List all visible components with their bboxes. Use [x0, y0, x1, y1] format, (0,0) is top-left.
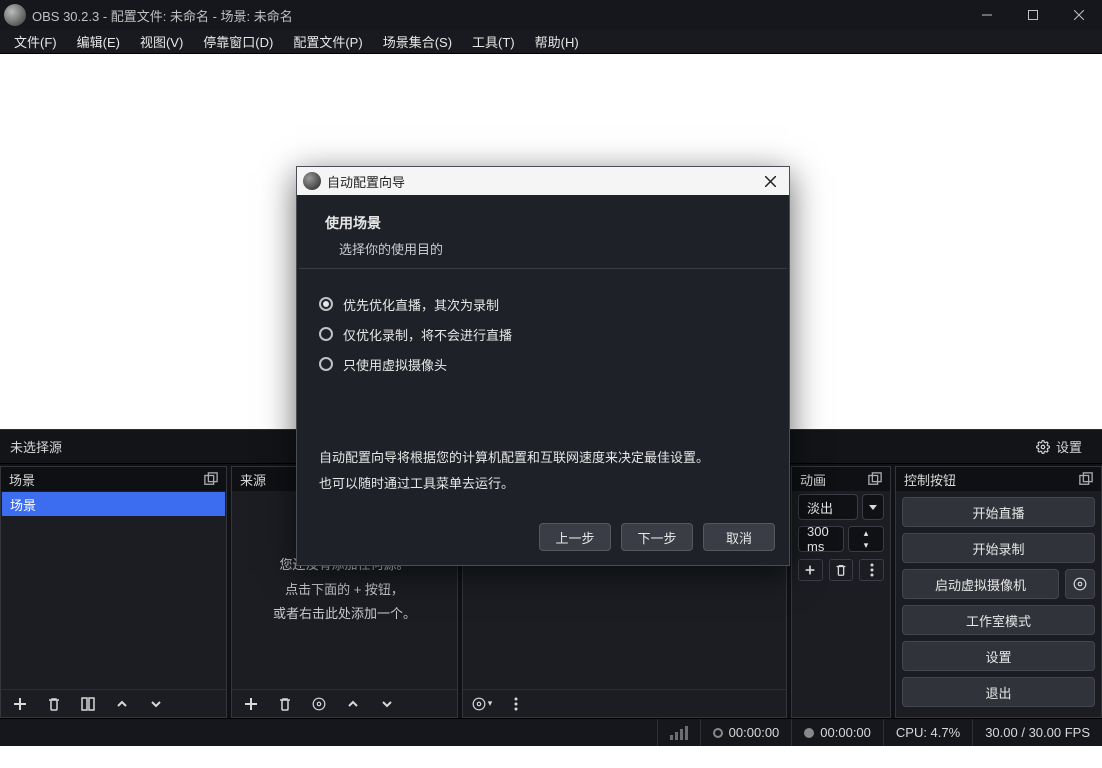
record-time-status: 00:00:00 [791, 719, 883, 746]
stream-indicator-icon [713, 728, 723, 738]
radio-icon [319, 327, 333, 341]
menu-file[interactable]: 文件(F) [4, 30, 67, 53]
menu-scene-collection[interactable]: 场景集合(S) [373, 30, 462, 53]
chevron-down-icon[interactable]: ▾ [849, 539, 883, 551]
scene-filters-button[interactable] [75, 693, 101, 715]
transition-select[interactable]: 淡出 [798, 494, 858, 520]
transition-dropdown-button[interactable] [862, 494, 884, 520]
menu-tools[interactable]: 工具(T) [462, 30, 525, 53]
radio-icon [319, 357, 333, 371]
obs-logo-icon [303, 172, 321, 190]
maximize-button[interactable] [1010, 0, 1056, 30]
obs-logo-icon [4, 4, 26, 26]
obs-window: OBS 30.2.3 - 配置文件: 未命名 - 场景: 未命名 文件(F) 编… [0, 0, 1102, 768]
menubar: 文件(F) 编辑(E) 视图(V) 停靠窗口(D) 配置文件(P) 场景集合(S… [0, 30, 1102, 54]
status-bar: 00:00:00 00:00:00 CPU: 4.7% 30.00 / 30.0… [0, 718, 1102, 746]
add-transition-button[interactable] [798, 559, 823, 581]
start-virtual-camera-button[interactable]: 启动虚拟摄像机 [902, 569, 1059, 599]
transitions-title: 动画 [800, 470, 826, 489]
mixer-settings-button[interactable]: ▾ [469, 693, 495, 715]
scenes-title: 场景 [9, 470, 35, 489]
radio-optimize-recording[interactable]: 仅优化录制，将不会进行直播 [319, 319, 767, 349]
transitions-panel: 动画 淡出 300 ms ▴▾ [791, 466, 891, 718]
stream-time-status: 00:00:00 [700, 719, 792, 746]
settings-button[interactable]: 设置 [902, 641, 1095, 671]
menu-help[interactable]: 帮助(H) [525, 30, 589, 53]
radio-virtual-camera-only[interactable]: 只使用虚拟摄像头 [319, 349, 767, 379]
radio-optimize-streaming[interactable]: 优先优化直播，其次为录制 [319, 289, 767, 319]
dialog-title: 自动配置向导 [327, 172, 405, 191]
transition-menu-button[interactable] [859, 559, 884, 581]
sources-title: 来源 [240, 470, 266, 489]
menu-edit[interactable]: 编辑(E) [67, 30, 130, 53]
radio-icon [319, 297, 333, 311]
source-settings-button[interactable] [306, 693, 332, 715]
popout-icon[interactable] [1079, 472, 1093, 486]
next-button[interactable]: 下一步 [621, 523, 693, 551]
remove-transition-button[interactable] [829, 559, 854, 581]
dialog-description-2: 也可以随时通过工具菜单去运行。 [319, 471, 767, 497]
scene-up-button[interactable] [109, 693, 135, 715]
menu-profile[interactable]: 配置文件(P) [283, 30, 372, 53]
close-button[interactable] [1056, 0, 1102, 30]
no-source-label: 未选择源 [10, 437, 62, 456]
chevron-up-icon[interactable]: ▴ [849, 527, 883, 539]
dialog-titlebar[interactable]: 自动配置向导 [297, 167, 789, 195]
titlebar: OBS 30.2.3 - 配置文件: 未命名 - 场景: 未命名 [0, 0, 1102, 30]
fps-status: 30.00 / 30.00 FPS [972, 719, 1102, 746]
cpu-status: CPU: 4.7% [883, 719, 972, 746]
gear-icon [1036, 440, 1050, 454]
source-up-button[interactable] [340, 693, 366, 715]
popout-icon[interactable] [868, 472, 882, 486]
dialog-close-button[interactable] [757, 171, 783, 191]
source-down-button[interactable] [374, 693, 400, 715]
scenes-panel: 场景 场景 [0, 466, 227, 718]
start-streaming-button[interactable]: 开始直播 [902, 497, 1095, 527]
virtual-camera-settings-button[interactable] [1065, 569, 1095, 599]
controls-panel: 控制按钮 开始直播 开始录制 启动虚拟摄像机 工作室模式 设置 退出 [895, 466, 1102, 718]
remove-scene-button[interactable] [41, 693, 67, 715]
add-source-button[interactable] [238, 693, 264, 715]
dialog-description-1: 自动配置向导将根据您的计算机配置和互联网速度来决定最佳设置。 [319, 445, 767, 471]
add-scene-button[interactable] [7, 693, 33, 715]
controls-title: 控制按钮 [904, 470, 956, 489]
duration-spinner[interactable]: ▴▾ [848, 526, 884, 552]
menu-dock[interactable]: 停靠窗口(D) [193, 30, 283, 53]
window-title: OBS 30.2.3 - 配置文件: 未命名 - 场景: 未命名 [32, 6, 293, 25]
scene-down-button[interactable] [143, 693, 169, 715]
dialog-subtitle: 选择你的使用目的 [325, 239, 767, 258]
popout-icon[interactable] [204, 472, 218, 486]
exit-button[interactable]: 退出 [902, 677, 1095, 707]
cancel-button[interactable]: 取消 [703, 523, 775, 551]
network-status [657, 719, 700, 746]
scene-item[interactable]: 场景 [2, 492, 225, 516]
remove-source-button[interactable] [272, 693, 298, 715]
source-properties-button[interactable]: 设置 [1026, 433, 1092, 460]
dialog-heading: 使用场景 [325, 213, 767, 233]
auto-config-wizard-dialog: 自动配置向导 使用场景 选择你的使用目的 优先优化直播，其次为录制 仅优化录制，… [296, 166, 790, 566]
transition-duration-input[interactable]: 300 ms [798, 526, 844, 552]
start-recording-button[interactable]: 开始录制 [902, 533, 1095, 563]
studio-mode-button[interactable]: 工作室模式 [902, 605, 1095, 635]
record-indicator-icon [804, 728, 814, 738]
menu-view[interactable]: 视图(V) [130, 30, 193, 53]
signal-icon [670, 726, 688, 740]
back-button[interactable]: 上一步 [539, 523, 611, 551]
minimize-button[interactable] [964, 0, 1010, 30]
mixer-menu-button[interactable] [503, 693, 529, 715]
